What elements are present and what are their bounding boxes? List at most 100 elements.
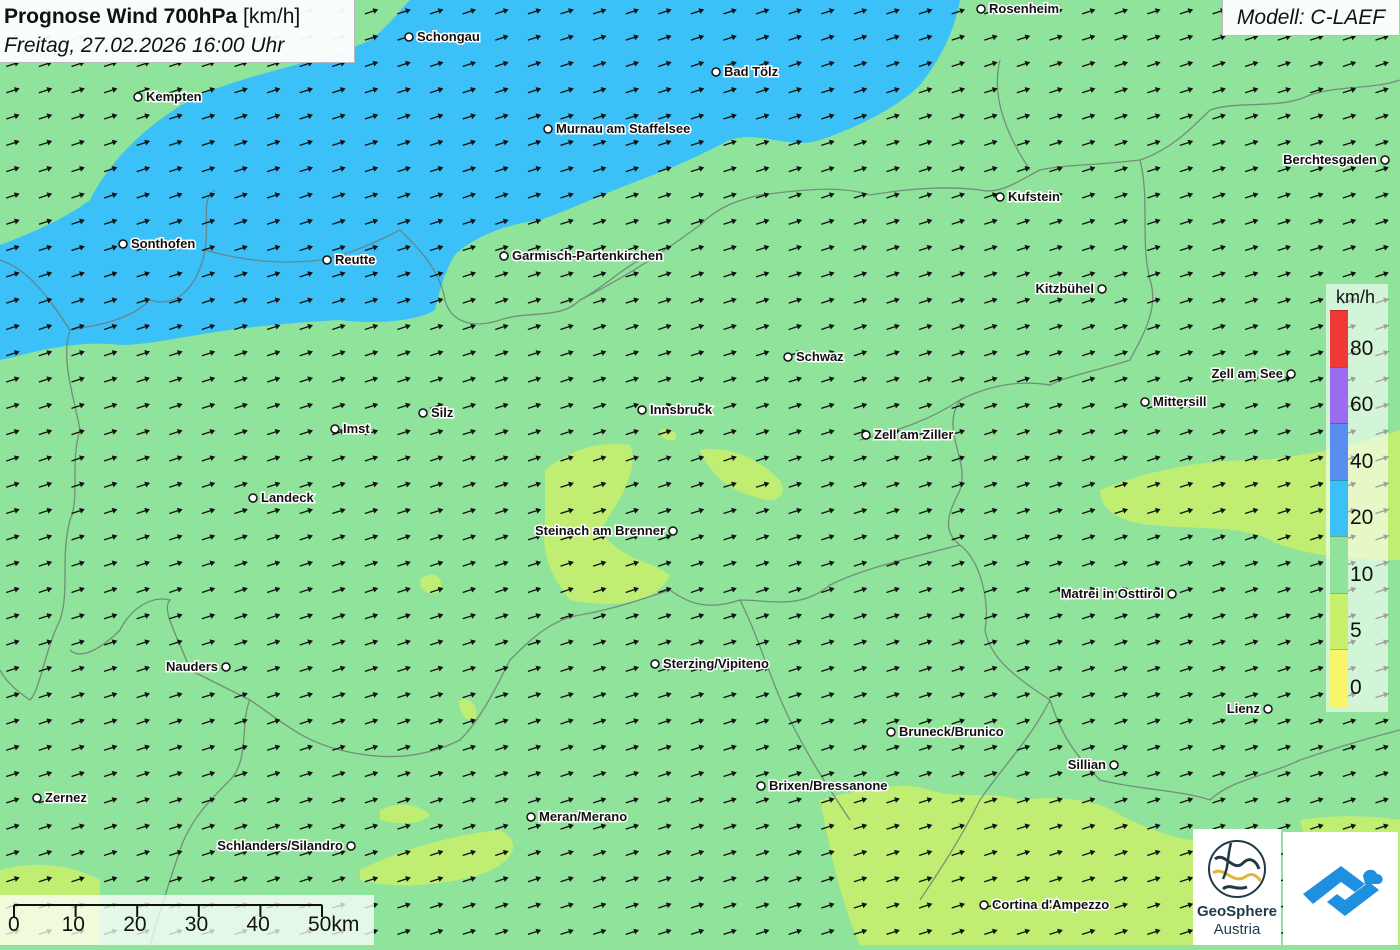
city-dot: [650, 659, 660, 669]
city-label: Innsbruck: [650, 402, 713, 417]
city-label: Sterzing/Vipiteno: [663, 656, 769, 671]
city-dot: [1263, 704, 1273, 714]
legend-swatch: [1330, 479, 1348, 538]
city-label: Murnau am Staffelsee: [556, 121, 690, 136]
map-title-text: Prognose Wind 700hPa: [4, 5, 238, 28]
city-label: Bad Tölz: [724, 64, 779, 79]
city-label: Brixen/Bressanone: [769, 778, 888, 793]
city-label: Schwaz: [796, 349, 844, 364]
color-legend: km/h 80 60 40 20 10 5 0: [1326, 284, 1388, 712]
city-label: Rosenheim: [989, 1, 1059, 16]
city-marker[interactable]: Murnau am Staffelsee: [543, 120, 692, 138]
city-label: Schongau: [417, 29, 480, 44]
legend-swatch: [1330, 366, 1348, 425]
city-marker[interactable]: Rosenheim: [976, 0, 1061, 18]
scale-label: 20: [123, 913, 147, 936]
city-label: Zernez: [45, 790, 87, 805]
legend-swatch: [1330, 310, 1348, 368]
city-label: Zell am Ziller: [874, 427, 953, 442]
city-marker[interactable]: Schlanders/Silandro: [216, 837, 356, 855]
geosphere-logo-line1: GeoSphere: [1196, 903, 1278, 920]
legend-unit: km/h: [1336, 287, 1376, 307]
city-dot: [404, 32, 414, 42]
scale-bar: 0 10 20 30 40 50km: [0, 895, 374, 945]
city-dot: [322, 255, 332, 265]
city-label: Berchtesgaden: [1283, 152, 1377, 167]
map-title-unit: [km/h]: [243, 5, 301, 28]
city-label: Bruneck/Brunico: [899, 724, 1004, 739]
map-datetime: Freitag, 27.02.2026 16:00 Uhr: [4, 34, 285, 57]
legend-label: 20: [1350, 506, 1374, 530]
geosphere-logo[interactable]: GeoSphere Austria: [1193, 829, 1281, 945]
city-label: Garmisch-Partenkirchen: [512, 248, 663, 263]
geosphere-logo-line2: Austria: [1213, 921, 1261, 938]
city-dot: [861, 430, 871, 440]
city-marker[interactable]: Sterzing/Vipiteno: [650, 655, 770, 673]
city-marker[interactable]: Bruneck/Brunico: [886, 723, 1005, 741]
city-marker[interactable]: Steinach am Brenner: [533, 522, 678, 540]
city-marker[interactable]: Schongau: [404, 28, 481, 46]
city-dot: [711, 67, 721, 77]
legend-swatch: [1330, 423, 1348, 481]
city-label: Lienz: [1227, 701, 1261, 716]
city-dot: [976, 4, 986, 14]
city-label: Steinach am Brenner: [535, 523, 665, 538]
city-label: Matrei in Osttirol: [1061, 586, 1164, 601]
city-dot: [499, 251, 509, 261]
city-label: Kufstein: [1008, 189, 1060, 204]
city-dot: [118, 239, 128, 249]
legend-bar: [1330, 310, 1348, 707]
scale-label: 10: [61, 913, 85, 936]
city-label: Nauders: [166, 659, 218, 674]
scale-label: 30: [184, 913, 209, 936]
city-dot: [637, 405, 647, 415]
scale-label: 40: [246, 913, 270, 936]
legend-label: 60: [1350, 393, 1374, 417]
city-marker[interactable]: Innsbruck: [637, 401, 714, 419]
city-dot: [418, 408, 428, 418]
city-label: Imst: [343, 421, 370, 436]
scale-label: 50km: [308, 913, 360, 936]
city-marker[interactable]: Berchtesgaden: [1282, 151, 1390, 169]
city-dot: [783, 352, 793, 362]
legend-swatch: [1330, 649, 1348, 707]
city-dot: [526, 812, 536, 822]
city-marker[interactable]: Matrei in Osttirol: [1059, 585, 1177, 603]
legend-swatch: [1330, 536, 1348, 594]
city-dot: [346, 841, 356, 851]
city-marker[interactable]: Sonthofen: [118, 235, 197, 253]
legend-label: 10: [1350, 562, 1374, 586]
city-dot: [886, 727, 896, 737]
city-marker[interactable]: Brixen/Bressanone: [756, 777, 889, 795]
city-label: Meran/Merano: [539, 809, 627, 824]
model-label: Modell: C-LAEF: [1222, 0, 1399, 36]
city-dot: [995, 192, 1005, 202]
city-label: Schlanders/Silandro: [217, 838, 343, 853]
legend-label: 0: [1350, 676, 1362, 699]
city-dot: [1380, 155, 1390, 165]
legend-swatch: [1330, 592, 1348, 651]
city-marker[interactable]: Zell am See: [1210, 365, 1296, 383]
city-marker[interactable]: Zell am Ziller: [861, 426, 955, 444]
legend-label: 5: [1350, 619, 1362, 643]
city-marker[interactable]: Meran/Merano: [526, 808, 629, 826]
city-label: Kitzbühel: [1036, 281, 1095, 296]
city-dot: [756, 781, 766, 791]
city-marker[interactable]: Garmisch-Partenkirchen: [499, 247, 665, 265]
weather-app-logo-icon: [1303, 866, 1383, 916]
city-label: Sonthofen: [131, 236, 195, 251]
weather-app-logo[interactable]: [1283, 832, 1398, 945]
city-label: Reutte: [335, 252, 375, 267]
map-title: Prognose Wind 700hPa [km/h]: [4, 5, 300, 29]
city-dot: [1109, 760, 1119, 770]
wind-map[interactable]: Rosenheim Schongau Bad Tölz Kempten Murnau a…: [0, 0, 1400, 945]
city-dot: [543, 124, 553, 134]
city-dot: [1167, 589, 1177, 599]
city-dot: [248, 493, 258, 503]
city-marker[interactable]: Cortina d'Ampezzo: [979, 896, 1111, 914]
city-label: Sillian: [1068, 757, 1106, 772]
city-label: Mittersill: [1153, 394, 1206, 409]
city-label: Cortina d'Ampezzo: [992, 897, 1109, 912]
city-label: Silz: [431, 405, 454, 420]
city-dot: [1286, 369, 1296, 379]
